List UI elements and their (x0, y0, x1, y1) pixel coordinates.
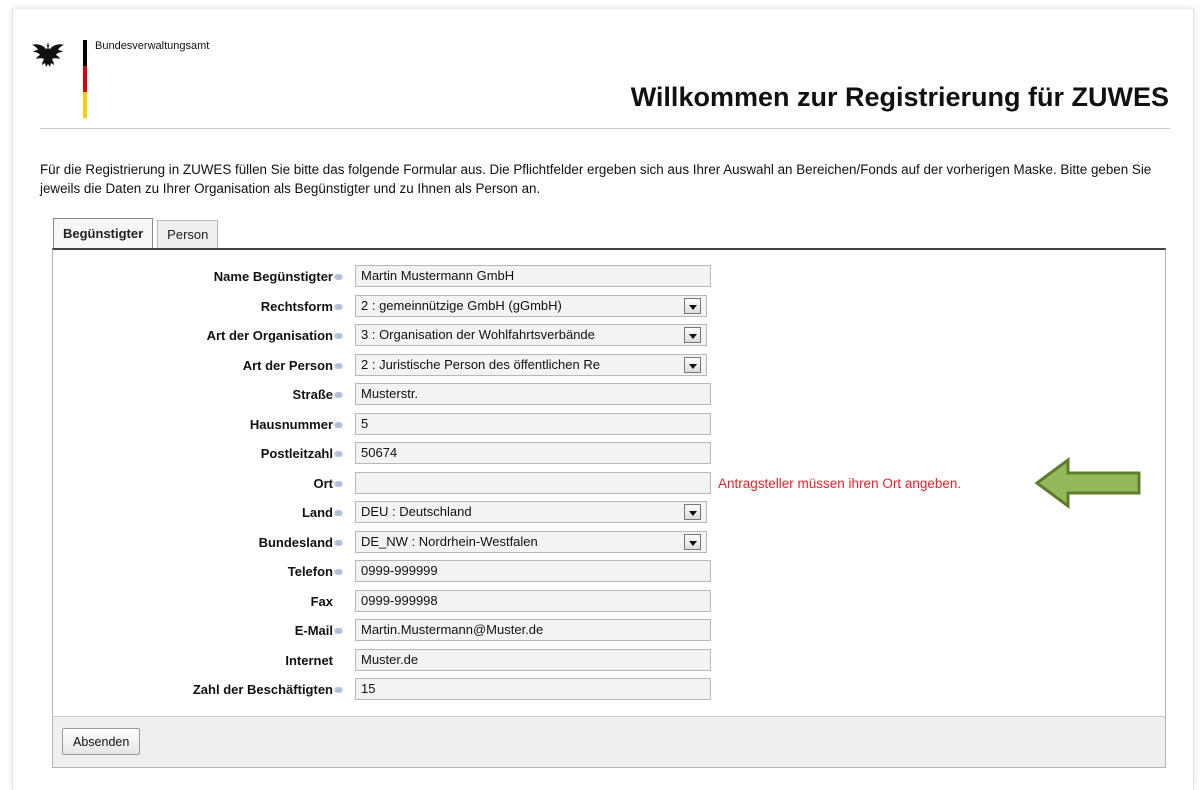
required-marker-icon (334, 274, 343, 280)
rechtsform-select[interactable]: 2 : gemeinnützige GmbH (gGmbH) (355, 294, 707, 317)
land-label: Land (301, 505, 333, 520)
dropdown-arrow-icon[interactable] (684, 504, 701, 520)
telefon-label: Telefon (287, 564, 333, 579)
hausnummer-input[interactable]: 5 (355, 412, 711, 435)
required-marker-icon (334, 303, 343, 310)
tab-beguenstigter[interactable]: Begünstigter (53, 218, 154, 248)
email-label: E-Mail (294, 623, 333, 638)
required-marker-icon (334, 451, 343, 457)
dropdown-arrow-icon[interactable] (684, 327, 701, 343)
zahl-der-beschaeftigten-label: Zahl der Beschäftigten (192, 682, 333, 697)
internet-label: Internet (285, 652, 333, 668)
hausnummer-label: Hausnummer (249, 416, 333, 432)
art-der-organisation-label: Art der Organisation (206, 328, 333, 343)
form-row-email: E-Mail Martin.Mustermann@Muster.de (53, 619, 1165, 643)
required-marker-icon (334, 333, 343, 339)
ort-error-message: Antragsteller müssen ihren Ort angeben. (718, 475, 962, 491)
required-marker-icon (334, 687, 343, 693)
page-title: Willkommen zur Registrierung für ZUWES (630, 82, 1169, 112)
art-der-person-label: Art der Person (242, 357, 333, 373)
form-row-art-der-organisation: Art der Organisation 3 : Organisation der… (53, 324, 1165, 348)
flag-bar (83, 40, 87, 118)
intro-text: Für die Registrierung in ZUWES füllen Si… (40, 162, 1152, 196)
dropdown-arrow-icon[interactable] (684, 356, 701, 373)
form-row-land: Land DEU : Deutschland (53, 501, 1165, 525)
tab-person[interactable]: Person (157, 220, 219, 248)
tab-bar: Begünstigter Person (53, 218, 222, 249)
required-marker-icon (334, 539, 343, 546)
form-row-fax: Fax 0999-999998 (53, 589, 1165, 614)
submit-button[interactable]: Absenden (62, 728, 141, 755)
ort-input[interactable] (355, 471, 711, 494)
form-row-telefon: Telefon 0999-999999 (53, 560, 1165, 584)
form-row-postleitzahl: Postleitzahl 50674 (53, 442, 1165, 466)
required-marker-icon (334, 421, 343, 428)
form-row-strasse: Straße Musterstr. (53, 383, 1165, 407)
bundesland-select[interactable]: DE_NW : Nordrhein-Westfalen (355, 530, 707, 553)
form-row-hausnummer: Hausnummer 5 (53, 412, 1165, 437)
rechtsform-label: Rechtsform (260, 298, 333, 314)
required-marker-icon (334, 510, 343, 516)
form-row-bundesland: Bundesland DE_NW : Nordrhein-Westfalen (53, 530, 1165, 555)
form-footer: Absenden (53, 716, 1165, 767)
form-row-rechtsform: Rechtsform 2 : gemeinnützige GmbH (gGmbH) (53, 294, 1165, 319)
agency-name: Bundesverwaltungsamt (95, 40, 210, 52)
form-row-name-beguenstigter: Name Begünstigter Martin Mustermann GmbH (53, 265, 1165, 289)
dropdown-arrow-icon[interactable] (684, 297, 701, 314)
art-der-person-select[interactable]: 2 : Juristische Person des öffentlichen … (355, 353, 707, 376)
postleitzahl-label: Postleitzahl (260, 446, 333, 461)
form-row-zahl-der-beschaeftigten: Zahl der Beschäftigten 15 (53, 678, 1165, 702)
name-beguenstigter-label: Name Begünstigter (213, 269, 333, 284)
name-beguenstigter-input[interactable]: Martin Mustermann GmbH (355, 265, 711, 287)
art-der-organisation-select[interactable]: 3 : Organisation der Wohlfahrtsverbände (355, 324, 707, 346)
fax-label: Fax (310, 593, 333, 609)
form-row-internet: Internet Muster.de (53, 648, 1165, 673)
strasse-label: Straße (292, 387, 333, 402)
fax-input[interactable]: 0999-999998 (355, 589, 711, 612)
form-row-ort: Ort Antragsteller müssen ihren Ort angebe… (53, 471, 1165, 496)
form-row-art-der-person: Art der Person 2 : Juristische Person des… (53, 353, 1165, 378)
required-marker-icon (334, 569, 343, 575)
arrow-left-icon (1034, 457, 1141, 509)
form-panel: Name Begünstigter Martin Mustermann GmbH R… (52, 248, 1166, 768)
land-select[interactable]: DEU : Deutschland (355, 501, 707, 523)
eagle-icon (32, 43, 64, 67)
bundesland-label: Bundesland (258, 534, 333, 550)
required-marker-icon (334, 628, 343, 634)
required-marker-icon (334, 392, 343, 398)
strasse-input[interactable]: Musterstr. (355, 383, 711, 405)
zahl-der-beschaeftigten-input[interactable]: 15 (355, 678, 711, 700)
telefon-input[interactable]: 0999-999999 (355, 560, 711, 582)
dropdown-arrow-icon[interactable] (684, 533, 701, 550)
header-divider (40, 128, 1170, 129)
required-marker-icon (334, 480, 343, 487)
postleitzahl-input[interactable]: 50674 (355, 442, 711, 464)
email-input[interactable]: Martin.Mustermann@Muster.de (355, 619, 711, 641)
ort-label: Ort (313, 475, 334, 491)
internet-input[interactable]: Muster.de (355, 648, 711, 671)
required-marker-icon (334, 362, 343, 369)
